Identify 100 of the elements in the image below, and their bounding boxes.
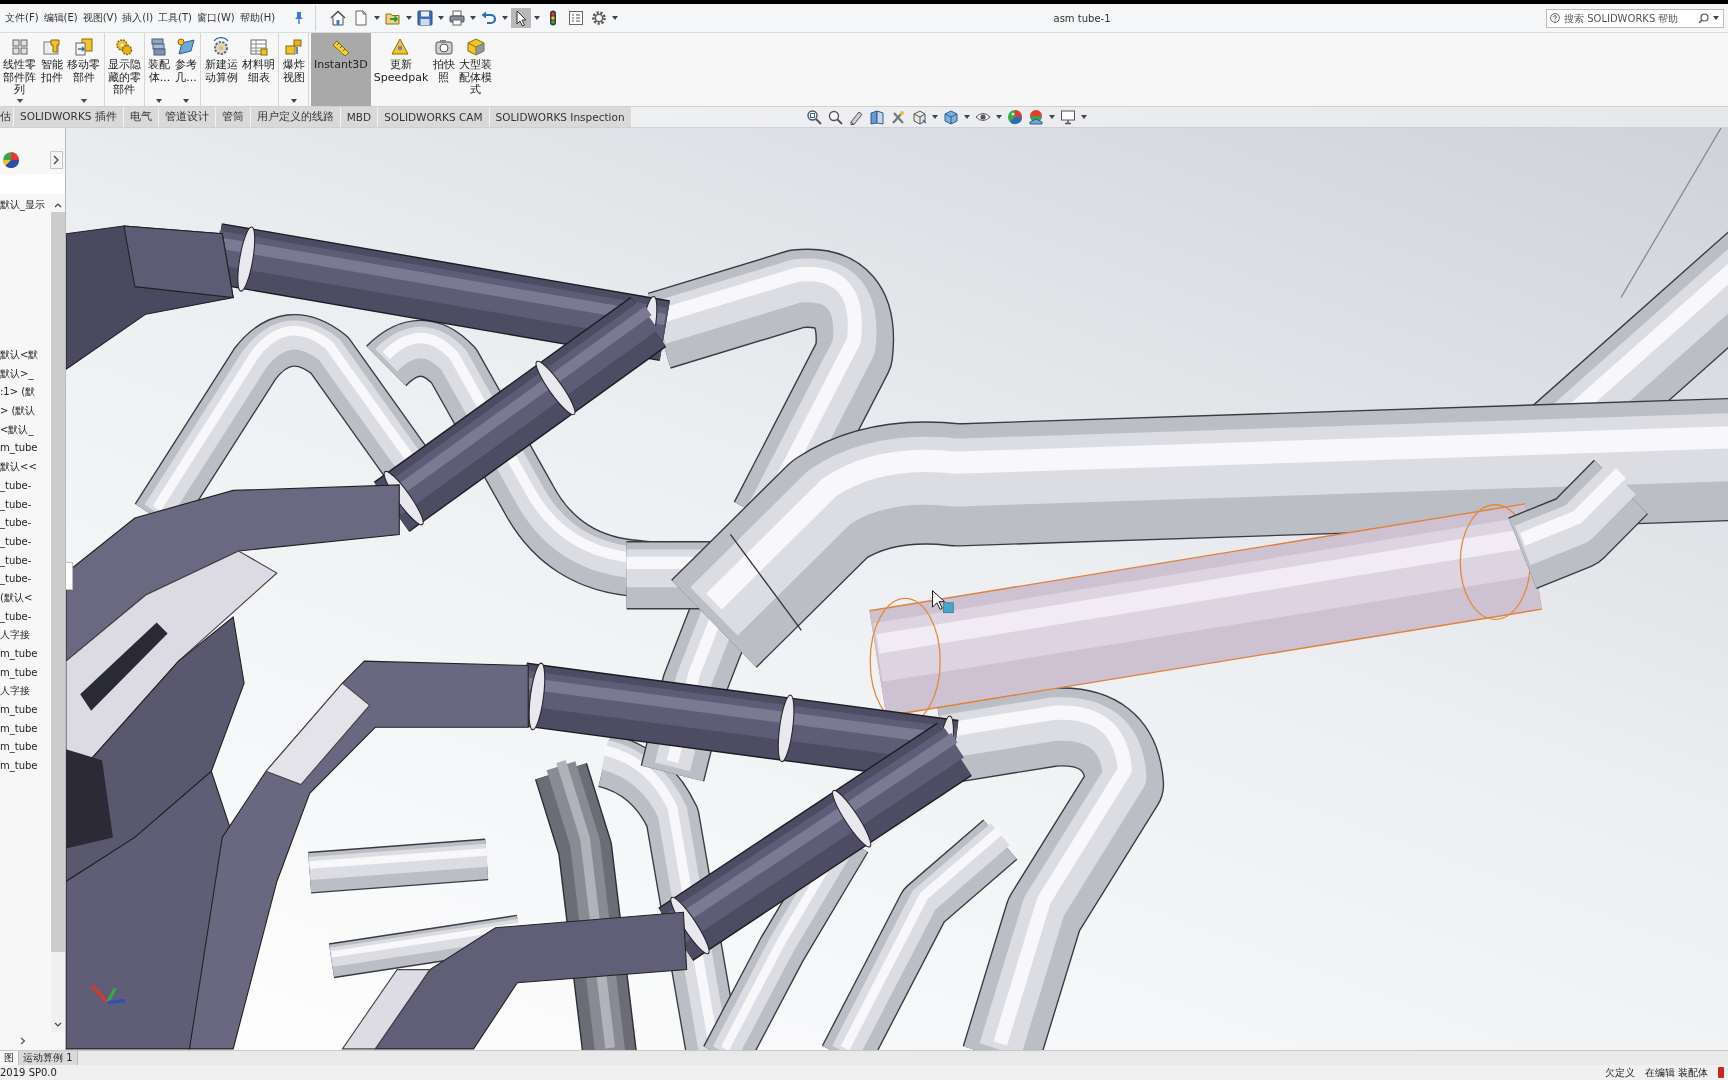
search-field[interactable]: 搜索 SOLIDWORKS 帮助 — [1546, 8, 1724, 28]
search-icon[interactable] — [1698, 12, 1709, 24]
help-icon[interactable] — [1550, 13, 1560, 23]
ribbon-button[interactable]: 大型装配体模式 — [457, 33, 494, 106]
tree-item[interactable]: :1> (默 — [0, 383, 51, 403]
caret-icon[interactable] — [612, 16, 619, 20]
caret-icon[interactable] — [1049, 115, 1055, 119]
tree-item[interactable]: 默认<默 — [0, 346, 51, 365]
ribbon-button[interactable]: 智能扣件 — [39, 33, 65, 106]
ribbon-button[interactable]: 参考几... — [173, 33, 199, 106]
menu-item[interactable]: 工具(T) — [157, 9, 194, 27]
caret-icon[interactable] — [16, 99, 23, 103]
caret-icon[interactable] — [534, 16, 541, 20]
caret-icon[interactable] — [1713, 16, 1719, 20]
tree-item[interactable]: _tube- — [0, 551, 51, 571]
tree-item[interactable]: _tube- — [0, 514, 51, 533]
sphere-icon[interactable] — [1007, 109, 1023, 125]
ribbon-button[interactable]: 拍快照 — [431, 33, 456, 106]
cube-arrow-icon[interactable] — [911, 109, 927, 125]
box-arrow-icon — [73, 37, 94, 57]
tree-item[interactable]: _tube- — [0, 607, 51, 627]
caret-icon[interactable] — [183, 99, 189, 103]
command-tab[interactable]: SOLIDWORKS CAM — [378, 107, 490, 127]
sphere-icon[interactable] — [2, 151, 20, 169]
command-tab[interactable]: 用户定义的线路 — [250, 107, 341, 127]
command-tab[interactable]: 管道设计 — [158, 107, 216, 127]
caret-icon[interactable] — [470, 16, 477, 20]
tree-item[interactable]: m_tube — [0, 701, 51, 720]
tree-item[interactable]: (默认< — [0, 588, 51, 608]
scroll-down-icon[interactable] — [54, 1022, 62, 1028]
book-icon[interactable] — [869, 109, 885, 125]
sphere-icon[interactable] — [1028, 109, 1044, 125]
cursor-icon — [932, 590, 945, 610]
ribbon-button[interactable]: 更新Speedpak — [372, 33, 430, 106]
printer-icon[interactable] — [447, 8, 468, 28]
tree-item[interactable]: m_tube — [0, 719, 51, 739]
ribbon-button[interactable]: 显示隐藏的零部件 — [106, 33, 143, 106]
pin-icon[interactable] — [293, 11, 306, 25]
menu-item[interactable]: 插入(I) — [121, 9, 155, 27]
tree-item[interactable]: m_tube — [0, 439, 51, 459]
cube-icon — [465, 37, 486, 57]
tree-item[interactable]: 人字接 — [0, 682, 51, 702]
cube-icon[interactable] — [943, 109, 959, 125]
panel-collapse-handle[interactable] — [66, 562, 73, 590]
ribbon-button[interactable]: 装配体... — [147, 33, 172, 106]
scroll-up-icon[interactable] — [54, 202, 62, 208]
ribbon-button[interactable]: 移动零部件 — [66, 33, 102, 106]
tree-item[interactable]: <默认_ — [0, 420, 51, 440]
caret-icon[interactable] — [374, 16, 381, 20]
command-tab[interactable]: SOLIDWORKS 插件 — [14, 107, 124, 127]
menu-item[interactable]: 文件(F) — [4, 9, 40, 27]
tree-item[interactable]: m_tube — [0, 645, 51, 664]
magnifier-icon[interactable] — [827, 109, 843, 125]
magnifier-icon[interactable] — [806, 109, 822, 125]
chevron-right-icon[interactable] — [20, 1037, 26, 1045]
tree-item[interactable]: m_tube — [0, 757, 51, 776]
caret-icon[interactable] — [80, 99, 87, 103]
tree-item[interactable]: m_tube — [0, 663, 51, 683]
ribbon-button[interactable]: 材料明细表 — [240, 33, 277, 106]
command-tab[interactable]: 电气 — [123, 107, 159, 127]
caret-icon[interactable] — [406, 16, 413, 20]
monitor-icon[interactable] — [1060, 109, 1076, 125]
tree-item[interactable]: m_tube — [0, 738, 51, 758]
pencil-icon[interactable] — [848, 109, 864, 125]
menu-item[interactable]: 编辑(E) — [42, 9, 79, 27]
command-tab[interactable]: MBD — [340, 107, 379, 127]
ribbon-button[interactable]: 爆炸视图 — [281, 33, 306, 106]
tree-item[interactable]: 默认>_ — [0, 364, 51, 384]
menu-item[interactable]: 帮助(H) — [238, 9, 277, 27]
tree-item[interactable]: _tube- — [0, 570, 51, 589]
caret-icon[interactable] — [996, 115, 1002, 119]
blocks-icon — [283, 37, 304, 57]
ribbon-button[interactable]: 线性零部件阵列 — [2, 33, 38, 106]
caret-icon[interactable] — [156, 99, 163, 103]
command-tab[interactable]: 估 — [0, 107, 14, 127]
caret-icon[interactable] — [932, 115, 938, 119]
ribbon-button[interactable]: Instant3D — [310, 33, 371, 106]
tree-item[interactable]: _tube- — [0, 532, 51, 552]
command-tab[interactable]: SOLIDWORKS Inspection — [489, 107, 632, 127]
tree-item[interactable]: _tube- — [0, 495, 51, 515]
caret-icon[interactable] — [1081, 115, 1087, 119]
caret-icon[interactable] — [438, 16, 445, 20]
camera-icon — [433, 37, 454, 57]
menu-item[interactable]: 窗口(W) — [196, 9, 236, 27]
caret-icon[interactable] — [290, 99, 297, 103]
menu-item[interactable]: 视图(V) — [81, 9, 119, 27]
caret-icon[interactable] — [964, 115, 970, 119]
crossed-lines-icon[interactable] — [890, 109, 906, 125]
command-tab[interactable]: 管筒 — [215, 107, 251, 127]
caret-icon[interactable] — [502, 16, 509, 20]
bottom-tab[interactable]: 图 — [0, 1051, 19, 1065]
filter-field[interactable] — [0, 174, 65, 194]
tree-item[interactable]: > (默认 — [0, 402, 51, 421]
version-text: 2019 SP0.0 — [0, 1067, 57, 1078]
ribbon-button[interactable]: 新建运动算例 — [203, 33, 239, 106]
bottom-tab[interactable]: 运动算例 1 — [19, 1051, 78, 1065]
edit-mode-status: 在编辑 装配体 — [1644, 1065, 1708, 1080]
tree-item[interactable]: _tube- — [0, 476, 51, 496]
tree-item[interactable]: 人字接 — [0, 626, 51, 645]
tree-item[interactable]: 默认<< — [0, 458, 51, 477]
